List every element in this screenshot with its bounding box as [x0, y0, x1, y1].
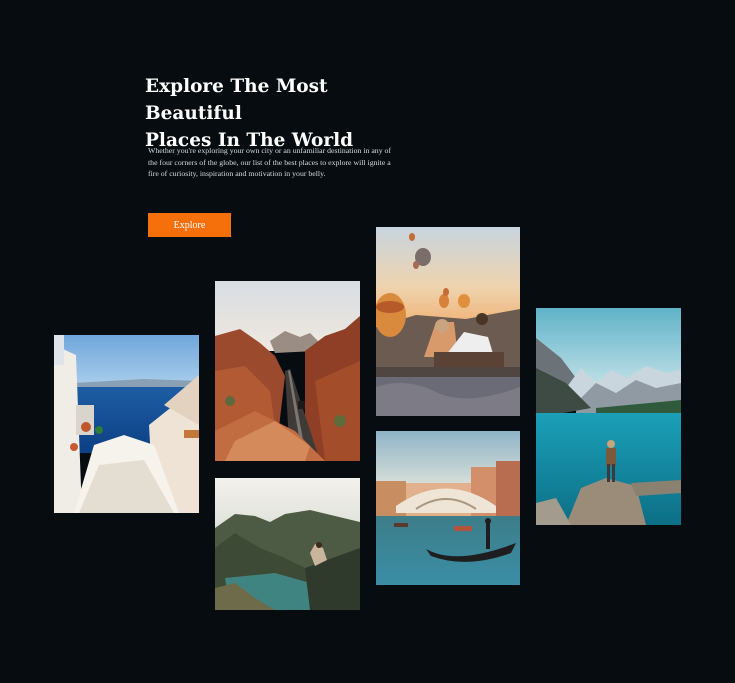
hero-description: Whether you're exploring your own city o…	[148, 146, 392, 179]
venice-photo	[376, 431, 520, 585]
explore-button[interactable]: Explore	[148, 213, 231, 237]
title-line-1: Explore The Most Beautiful	[145, 76, 328, 124]
mountain-lake-photo	[536, 308, 681, 525]
balloons-photo	[376, 227, 520, 416]
coastline-photo	[215, 478, 360, 610]
santorini-photo	[54, 335, 199, 513]
canyon-road-photo	[215, 281, 360, 461]
page-title: Explore The Most Beautiful Places In The…	[145, 73, 425, 154]
